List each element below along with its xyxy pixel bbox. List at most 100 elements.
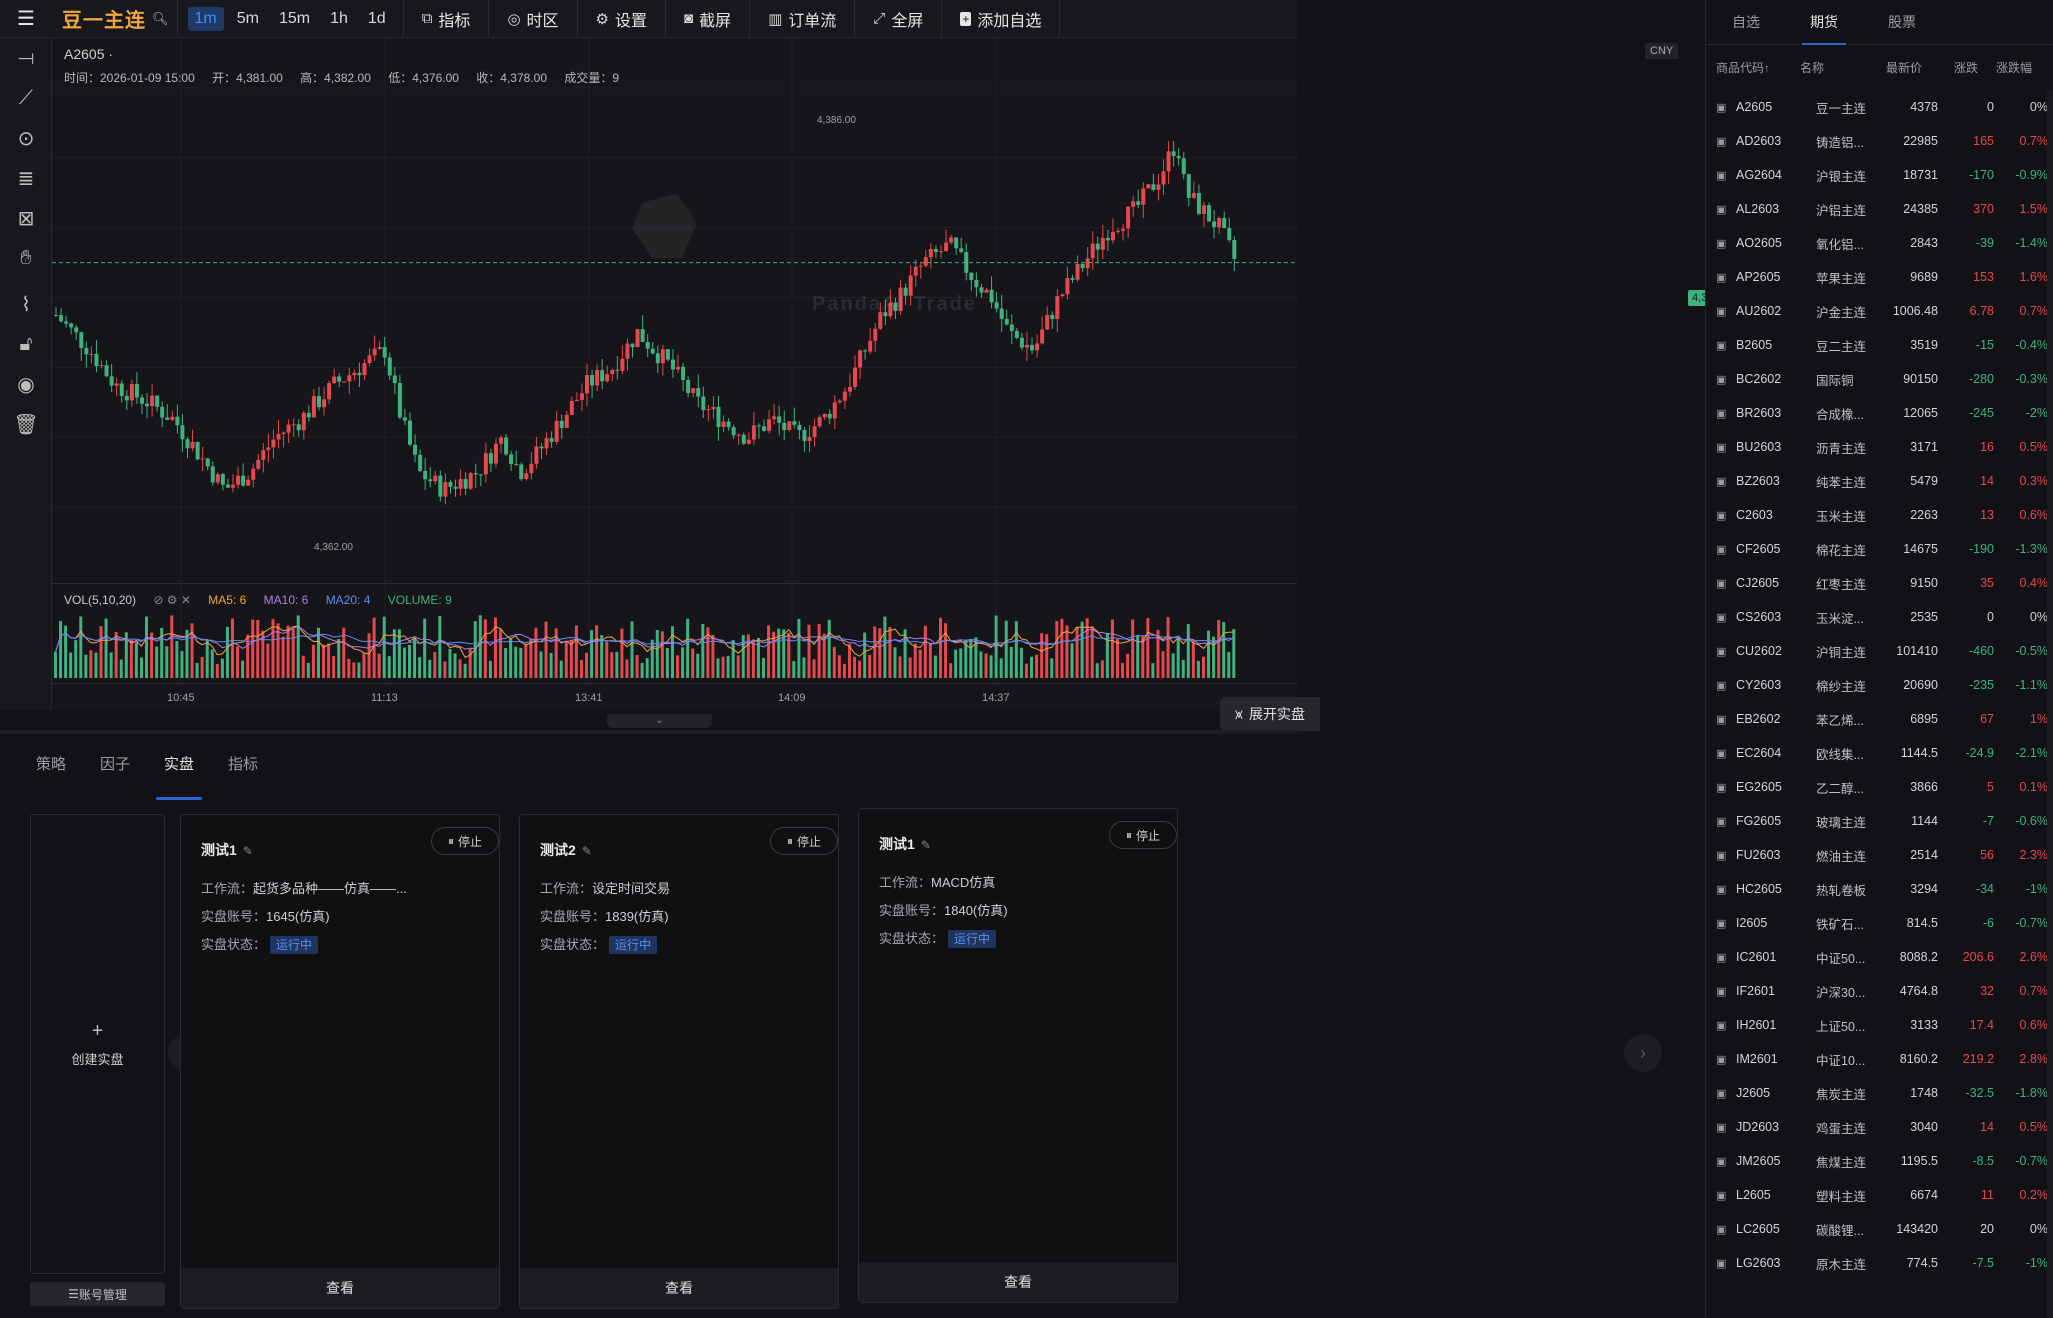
bookmark-icon[interactable]: ▣ [1716,815,1732,828]
table-row[interactable]: ▣ AU2602 沪金主连 1006.48 6.78 0.7% [1706,294,2053,328]
bookmark-icon[interactable]: ▣ [1716,1223,1732,1236]
header-change[interactable]: 涨跌 [1922,59,1978,76]
scrollbar[interactable] [2047,90,2053,1318]
bookmark-icon[interactable]: ▣ [1716,713,1732,726]
bookmark-icon[interactable]: ▣ [1716,849,1732,862]
indicator-button[interactable]: ⧉ 指标 [404,0,490,38]
create-live-card[interactable]: + 创建实盘 [30,814,165,1274]
kline-chart[interactable]: 4,388.004,384.004,380.004,376.004,372.00… [52,38,1739,731]
bookmark-icon[interactable]: ▣ [1716,883,1732,896]
bookmark-icon[interactable]: ▣ [1716,1087,1732,1100]
bookmark-icon[interactable]: ▣ [1716,917,1732,930]
table-row[interactable]: ▣ AD2603 铸造铝... 22985 165 0.7% [1706,124,2053,158]
hand-icon[interactable]: ✋︎ [0,238,52,278]
bookmark-icon[interactable]: ▣ [1716,1121,1732,1134]
table-row[interactable]: ▣ AG2604 沪银主连 18731 -170 -0.9% [1706,158,2053,192]
edit-icon[interactable]: ✎ [921,838,931,852]
search-icon[interactable]: 🔍︎ [152,11,169,27]
bookmark-icon[interactable]: ▣ [1716,679,1732,692]
settings-button[interactable]: ⚙ 设置 [578,0,667,38]
bookmark-icon[interactable]: ▣ [1716,611,1732,624]
table-row[interactable]: ▣ FG2605 玻璃主连 1144 -7 -0.6% [1706,804,2053,838]
view-button[interactable]: 查看 [181,1268,499,1308]
bookmark-icon[interactable]: ▣ [1716,577,1732,590]
bookmark-icon[interactable]: ▣ [1716,169,1732,182]
table-row[interactable]: ▣ IF2601 沪深30... 4764.8 32 0.7% [1706,974,2053,1008]
table-row[interactable]: ▣ FU2603 燃油主连 2514 56 2.3% [1706,838,2053,872]
table-row[interactable]: ▣ JD2603 鸡蛋主连 3040 14 0.5% [1706,1110,2053,1144]
timezone-button[interactable]: ◎ 时区 [489,0,578,38]
table-row[interactable]: ▣ BC2602 国际铜 90150 -280 -0.3% [1706,362,2053,396]
bookmark-icon[interactable]: ▣ [1716,1155,1732,1168]
eye-icon[interactable]: ◉ [0,364,52,404]
table-row[interactable]: ▣ LG2603 原木主连 774.5 -7.5 -1% [1706,1246,2053,1280]
bookmark-icon[interactable]: ▣ [1716,475,1732,488]
header-code[interactable]: 商品代码↑ [1716,59,1800,76]
account-management-button[interactable]: ☰ 账号管理 [30,1282,165,1306]
horizontal-line-icon[interactable]: ⟞ [0,38,52,78]
table-row[interactable]: ▣ JM2605 焦煤主连 1195.5 -8.5 -0.7% [1706,1144,2053,1178]
bookmark-icon[interactable]: ▣ [1716,951,1732,964]
table-row[interactable]: ▣ IC2601 中证50... 8088.2 206.6 2.6% [1706,940,2053,974]
bookmark-icon[interactable]: ▣ [1716,271,1732,284]
add-watchlist-button[interactable]: + 添加自选 [942,0,1061,38]
timeframe-5m[interactable]: 5m [230,7,266,31]
tab-indicator[interactable]: 指标 [228,734,258,796]
magnet-icon[interactable]: ⌇ [0,284,52,324]
table-row[interactable]: ▣ AL2603 沪铝主连 24385 370 1.5% [1706,192,2053,226]
header-change-pct[interactable]: 涨跌幅 [1978,59,2032,76]
table-row[interactable]: ▣ J2605 焦炭主连 1748 -32.5 -1.8% [1706,1076,2053,1110]
orderflow-button[interactable]: ▥ 订单流 [750,0,856,38]
bookmark-icon[interactable]: ▣ [1716,305,1732,318]
stop-button[interactable]: ⏸︎ 停止 [431,827,499,855]
trash-icon[interactable]: 🗑︎ [0,404,52,444]
bookmark-icon[interactable]: ▣ [1716,135,1732,148]
bookmark-icon[interactable]: ▣ [1716,101,1732,114]
stop-button[interactable]: ⏸︎ 停止 [770,827,838,855]
bookmark-icon[interactable]: ▣ [1716,237,1732,250]
table-row[interactable]: ▣ CS2603 玉米淀... 2535 0 0% [1706,600,2053,634]
header-price[interactable]: 最新价 [1864,59,1922,76]
table-row[interactable]: ▣ C2603 玉米主连 2263 13 0.6% [1706,498,2053,532]
view-button[interactable]: 查看 [859,1262,1177,1302]
table-row[interactable]: ▣ LC2605 碳酸锂... 143420 20 0% [1706,1212,2053,1246]
bookmark-icon[interactable]: ▣ [1716,407,1732,420]
table-row[interactable]: ▣ BU2603 沥青主连 3171 16 0.5% [1706,430,2053,464]
collapse-handle[interactable]: ⌄ [607,714,712,728]
bookmark-icon[interactable]: ▣ [1716,747,1732,760]
screenshot-button[interactable]: ◙ 截屏 [666,0,751,38]
bookmark-icon[interactable]: ▣ [1716,781,1732,794]
table-row[interactable]: ▣ B2605 豆二主连 3519 -15 -0.4% [1706,328,2053,362]
bookmark-icon[interactable]: ▣ [1716,645,1732,658]
table-row[interactable]: ▣ EC2604 欧线集... 1144.5 -24.9 -2.1% [1706,736,2053,770]
bookmark-icon[interactable]: ▣ [1716,203,1732,216]
symbol-name[interactable]: 豆一主连 [62,4,146,33]
parallel-lines-icon[interactable]: ≣ [0,158,52,198]
table-row[interactable]: ▣ AP2605 苹果主连 9689 153 1.6% [1706,260,2053,294]
next-arrow-icon[interactable]: › [1624,1034,1662,1072]
table-row[interactable]: ▣ HC2605 热轧卷板 3294 -34 -1% [1706,872,2053,906]
edit-icon[interactable]: ✎ [582,844,592,858]
table-row[interactable]: ▣ BZ2603 纯苯主连 5479 14 0.3% [1706,464,2053,498]
tab-factor[interactable]: 因子 [100,734,130,796]
table-row[interactable]: ▣ IH2601 上证50... 3133 17.4 0.6% [1706,1008,2053,1042]
bookmark-icon[interactable]: ▣ [1716,985,1732,998]
tab-watchlist[interactable]: 自选 [1732,0,1760,45]
timeframe-15m[interactable]: 15m [272,7,317,31]
trend-line-icon[interactable]: ⟋ [0,78,52,118]
timeframe-1d[interactable]: 1d [361,7,393,31]
vol-settings-icon[interactable]: ⊘ ⚙ ✕ [153,593,191,607]
timeframe-1h[interactable]: 1h [323,7,355,31]
tab-live[interactable]: 实盘 [156,734,203,800]
table-row[interactable]: ▣ EG2605 乙二醇... 3866 5 0.1% [1706,770,2053,804]
table-row[interactable]: ▣ EB2602 苯乙烯... 6895 67 1% [1706,702,2053,736]
bookmark-icon[interactable]: ▣ [1716,339,1732,352]
tab-futures[interactable]: 期货 [1802,0,1846,45]
tab-stocks[interactable]: 股票 [1888,0,1916,45]
table-row[interactable]: ▣ IM2601 中证10... 8160.2 219.2 2.8% [1706,1042,2053,1076]
view-button[interactable]: 查看 [520,1268,838,1308]
stop-button[interactable]: ⏸︎ 停止 [1109,821,1177,849]
chart-canvas[interactable]: 4,388.004,384.004,380.004,376.004,372.00… [52,38,1297,710]
table-row[interactable]: ▣ CF2605 棉花主连 14675 -190 -1.3% [1706,532,2053,566]
circle-target-icon[interactable]: ⊙ [0,118,52,158]
